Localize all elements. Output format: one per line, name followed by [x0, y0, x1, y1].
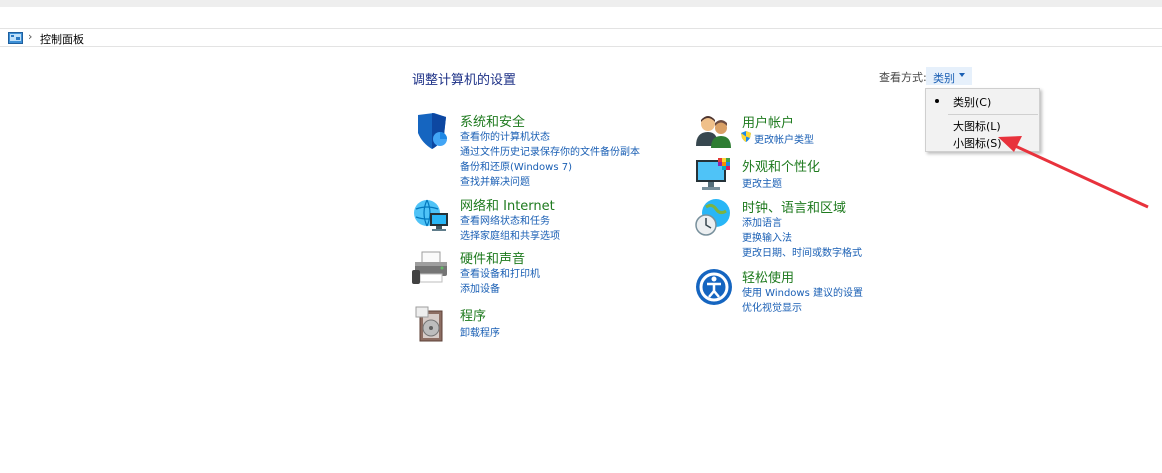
view-by-label: 查看方式: — [879, 71, 927, 84]
category-title[interactable]: 用户帐户 — [742, 112, 794, 131]
link-change-account-type[interactable]: 更改帐户类型 — [754, 131, 814, 146]
category-title[interactable]: 程序 — [460, 305, 486, 324]
uac-shield-icon — [741, 131, 751, 142]
menu-item-small-icons[interactable]: 小图标(S) — [926, 133, 1039, 151]
view-by-value: 类别 — [933, 72, 955, 85]
link-troubleshoot[interactable]: 查找并解决问题 — [460, 173, 530, 188]
breadcrumb-control-panel[interactable]: 控制面板 — [40, 31, 84, 47]
menu-item-large-icons[interactable]: 大图标(L) — [926, 116, 1039, 134]
link-change-theme[interactable]: 更改主题 — [742, 175, 782, 190]
category-title[interactable]: 外观和个性化 — [742, 156, 820, 175]
chevron-down-icon — [959, 73, 965, 77]
category-clock-language-region: 时钟、语言和区域 添加语言 更换输入法 更改日期、时间或数字格式 — [694, 197, 934, 259]
link-view-computer-status[interactable]: 查看你的计算机状态 — [460, 128, 550, 143]
breadcrumb-separator: › — [28, 30, 33, 43]
category-programs: 程序 卸载程序 — [412, 305, 672, 345]
address-bar[interactable]: › 控制面板 — [0, 28, 1162, 47]
link-windows-suggested-settings[interactable]: 使用 Windows 建议的设置 — [742, 284, 863, 299]
network-icon — [414, 199, 448, 231]
link-network-status[interactable]: 查看网络状态和任务 — [460, 212, 550, 227]
link-uninstall-program[interactable]: 卸载程序 — [460, 324, 500, 339]
link-file-history[interactable]: 通过文件历史记录保存你的文件备份副本 — [460, 143, 640, 158]
category-user-accounts: 用户帐户 更改帐户类型 — [694, 112, 914, 148]
link-change-input-method[interactable]: 更换输入法 — [742, 229, 792, 244]
category-ease-of-access: 轻松使用 使用 Windows 建议的设置 优化视觉显示 — [694, 267, 914, 314]
link-backup-restore[interactable]: 备份和还原(Windows 7) — [460, 158, 572, 173]
page-title: 调整计算机的设置 — [412, 73, 517, 88]
link-add-language[interactable]: 添加语言 — [742, 214, 782, 229]
category-system-security: 系统和安全 查看你的计算机状态 通过文件历史记录保存你的文件备份副本 备份和还原… — [412, 111, 672, 191]
category-appearance: 外观和个性化 更改主题 — [694, 156, 914, 196]
link-homegroup[interactable]: 选择家庭组和共享选项 — [460, 227, 560, 242]
category-network-internet: 网络和 Internet 查看网络状态和任务 选择家庭组和共享选项 — [412, 195, 672, 242]
users-icon — [696, 116, 731, 148]
control-panel-icon — [8, 32, 23, 44]
ease-of-access-icon — [696, 269, 732, 305]
window-top-strip — [0, 0, 1162, 7]
selected-bullet-icon — [935, 99, 939, 103]
programs-icon — [415, 306, 443, 342]
menu-divider — [948, 114, 1038, 115]
monitor-palette-icon — [696, 158, 730, 190]
clock-globe-icon — [695, 199, 730, 236]
view-by-menu: 类别(C) 大图标(L) 小图标(S) — [925, 88, 1040, 152]
link-change-date-time-format[interactable]: 更改日期、时间或数字格式 — [742, 244, 862, 259]
link-devices-printers[interactable]: 查看设备和打印机 — [460, 265, 540, 280]
view-by-dropdown[interactable]: 类别 — [926, 67, 972, 85]
menu-item-category[interactable]: 类别(C) — [926, 92, 1039, 110]
printer-icon — [412, 251, 447, 284]
shield-icon — [418, 113, 447, 149]
link-optimize-visual-display[interactable]: 优化视觉显示 — [742, 299, 802, 314]
link-add-device[interactable]: 添加设备 — [460, 280, 500, 295]
category-hardware-sound: 硬件和声音 查看设备和打印机 添加设备 — [412, 248, 672, 295]
